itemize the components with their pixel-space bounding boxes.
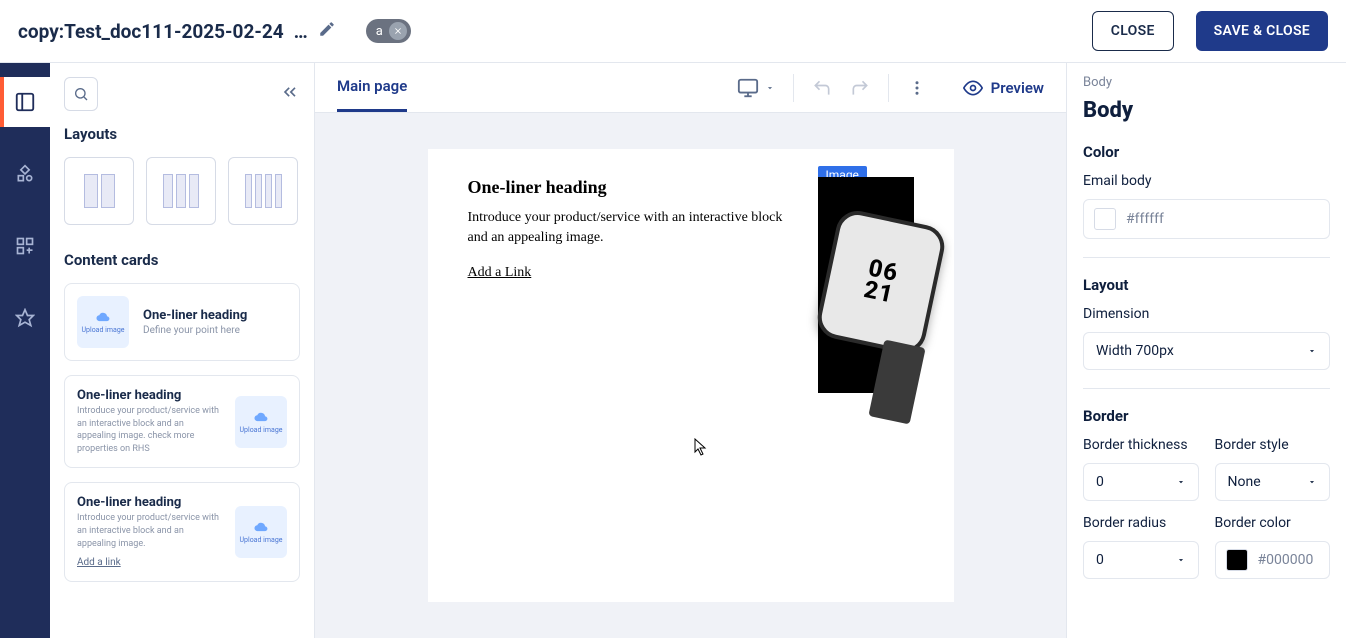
card-sub: Introduce your product/service with an i… bbox=[77, 512, 221, 550]
content-card-template-1[interactable]: Upload image One-liner heading Define yo… bbox=[64, 283, 300, 361]
content-card-template-2[interactable]: One-liner heading Introduce your product… bbox=[64, 375, 300, 468]
rail-layouts[interactable] bbox=[0, 77, 50, 127]
viewport-selector[interactable] bbox=[731, 71, 781, 105]
border-style-select[interactable]: None bbox=[1215, 463, 1331, 501]
upload-image-icon: Upload image bbox=[235, 396, 287, 448]
caret-down-icon bbox=[765, 83, 775, 93]
border-color-input[interactable]: #000000 bbox=[1215, 541, 1331, 579]
rail-blocks[interactable] bbox=[0, 221, 50, 271]
breadcrumb[interactable]: Body bbox=[1083, 75, 1330, 90]
upload-image-icon: Upload image bbox=[235, 506, 287, 558]
top-bar: copy:Test_doc111-2025-02-24 … a CLOSE SA… bbox=[0, 0, 1346, 62]
border-radius-label: Border radius bbox=[1083, 515, 1199, 531]
email-body-color-label: Email body bbox=[1083, 173, 1330, 189]
email-body-color-input[interactable]: #ffffff bbox=[1083, 199, 1330, 239]
card-heading: One-liner heading bbox=[77, 495, 221, 510]
close-icon[interactable] bbox=[389, 22, 407, 40]
layouts-section-title: Layouts bbox=[64, 125, 300, 143]
components-sidebar: Layouts Content cards Upload image One-l… bbox=[50, 63, 315, 638]
workspace: Layouts Content cards Upload image One-l… bbox=[0, 62, 1346, 638]
more-options-button[interactable] bbox=[901, 72, 933, 104]
border-thickness-label: Border thickness bbox=[1083, 437, 1199, 453]
color-hex-value: #000000 bbox=[1258, 552, 1314, 568]
upload-image-icon: Upload image bbox=[77, 296, 129, 348]
undo-button[interactable] bbox=[806, 72, 838, 104]
collapse-sidebar-button[interactable] bbox=[280, 82, 300, 106]
block-paragraph[interactable]: Introduce your product/service with an i… bbox=[468, 208, 796, 249]
color-swatch[interactable] bbox=[1094, 208, 1116, 230]
dimension-label: Dimension bbox=[1083, 306, 1330, 322]
eye-icon bbox=[963, 78, 983, 98]
properties-title: Body bbox=[1083, 98, 1330, 123]
search-icon bbox=[73, 86, 89, 102]
caret-down-icon bbox=[1307, 346, 1317, 356]
card-heading: One-liner heading bbox=[77, 388, 221, 403]
block-heading[interactable]: One-liner heading bbox=[468, 177, 796, 198]
card-sub: Introduce your product/service with an i… bbox=[77, 405, 221, 455]
section-color: Color bbox=[1083, 143, 1330, 161]
tab-main-page[interactable]: Main page bbox=[337, 63, 407, 112]
caret-down-icon bbox=[1176, 555, 1186, 565]
redo-icon bbox=[850, 78, 870, 98]
section-layout: Layout bbox=[1083, 276, 1330, 294]
layout-4-column[interactable] bbox=[228, 157, 298, 225]
chevron-left-double-icon bbox=[280, 82, 300, 102]
undo-icon bbox=[812, 78, 832, 98]
color-swatch[interactable] bbox=[1226, 549, 1248, 571]
color-hex-value: #ffffff bbox=[1126, 211, 1164, 227]
chip-label: a bbox=[376, 24, 383, 39]
content-card-template-3[interactable]: One-liner heading Introduce your product… bbox=[64, 482, 300, 582]
dots-vertical-icon bbox=[908, 79, 926, 97]
rail-favorites[interactable] bbox=[0, 293, 50, 343]
desktop-icon bbox=[737, 77, 759, 99]
preview-button[interactable]: Preview bbox=[963, 78, 1044, 98]
card-link: Add a link bbox=[77, 557, 121, 568]
rail-components[interactable] bbox=[0, 149, 50, 199]
redo-button[interactable] bbox=[844, 72, 876, 104]
border-thickness-select[interactable]: 0 bbox=[1083, 463, 1199, 501]
card-heading: One-liner heading bbox=[143, 308, 287, 323]
filter-chip[interactable]: a bbox=[366, 19, 411, 43]
layout-3-column[interactable] bbox=[146, 157, 216, 225]
edit-icon[interactable] bbox=[318, 20, 336, 42]
section-border: Border bbox=[1083, 407, 1330, 425]
caret-down-icon bbox=[1176, 477, 1186, 487]
properties-panel: Body Body Color Email body #ffffff Layou… bbox=[1066, 63, 1346, 638]
dimension-select[interactable]: Width 700px bbox=[1083, 332, 1330, 370]
canvas-body[interactable]: One-liner heading Introduce your product… bbox=[315, 113, 1066, 638]
border-color-label: Border color bbox=[1215, 515, 1331, 531]
block-link[interactable]: Add a Link bbox=[468, 265, 532, 280]
border-radius-select[interactable]: 0 bbox=[1083, 541, 1199, 579]
card-sub: Define your point here bbox=[143, 325, 287, 336]
block-image[interactable]: Image 06 21 bbox=[818, 177, 914, 542]
search-button[interactable] bbox=[64, 77, 98, 111]
caret-down-icon bbox=[1307, 477, 1317, 487]
canvas-toolbar: Main page Preview bbox=[315, 63, 1066, 113]
save-and-close-button[interactable]: SAVE & CLOSE bbox=[1196, 11, 1328, 51]
layout-2-column[interactable] bbox=[64, 157, 134, 225]
left-rail bbox=[0, 63, 50, 638]
canvas-area: Main page Preview bbox=[315, 63, 1066, 638]
email-block[interactable]: One-liner heading Introduce your product… bbox=[428, 149, 954, 602]
content-cards-section-title: Content cards bbox=[64, 251, 300, 269]
border-style-label: Border style bbox=[1215, 437, 1331, 453]
watch-image: 06 21 bbox=[818, 177, 914, 393]
doc-title-truncate: … bbox=[294, 20, 308, 43]
close-button[interactable]: CLOSE bbox=[1092, 11, 1174, 51]
document-title: copy:Test_doc111-2025-02-24 bbox=[18, 20, 284, 43]
